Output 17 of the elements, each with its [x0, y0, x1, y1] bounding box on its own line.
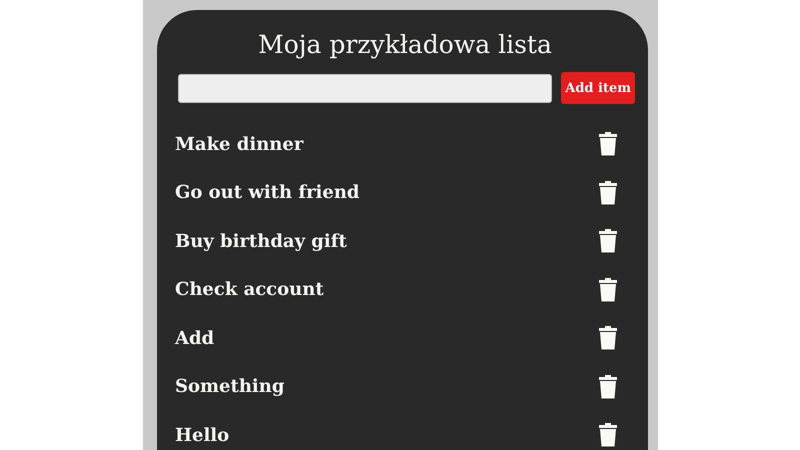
trash-icon[interactable] [598, 229, 618, 254]
todo-item: Hello [175, 424, 230, 446]
todo-item: Make dinner [175, 134, 304, 155]
trash-icon[interactable] [598, 278, 618, 302]
trash-icon[interactable] [598, 374, 618, 399]
trash-icon[interactable] [598, 423, 618, 448]
item-input-field[interactable] [178, 74, 552, 102]
trash-icon[interactable] [598, 180, 618, 205]
todo-item: Add [175, 328, 214, 349]
todo-item: Something [175, 376, 284, 398]
trash-icon[interactable] [598, 326, 618, 350]
todo-item: Go out with friend [175, 182, 360, 204]
list-title: Moja przykładowa lista [257, 29, 553, 61]
todo-item: Check account [175, 279, 324, 300]
add-item-button[interactable]: Add item [561, 72, 635, 104]
todo-item: Buy birthday gift [175, 230, 347, 252]
trash-icon[interactable] [598, 132, 618, 156]
